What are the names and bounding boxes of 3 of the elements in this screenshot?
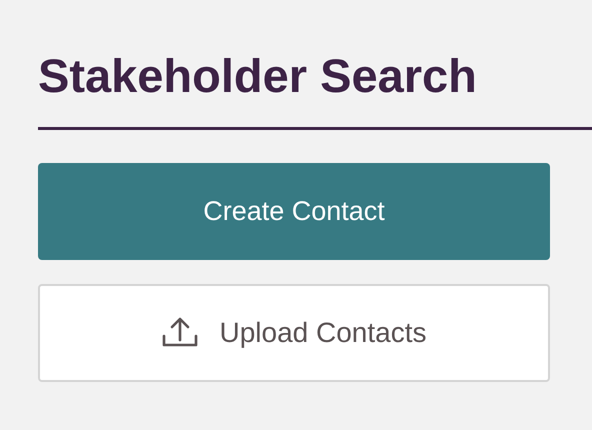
upload-contacts-button[interactable]: Upload Contacts	[38, 284, 550, 382]
page-title: Stakeholder Search	[38, 48, 478, 104]
create-contact-button[interactable]: Create Contact	[38, 163, 550, 260]
